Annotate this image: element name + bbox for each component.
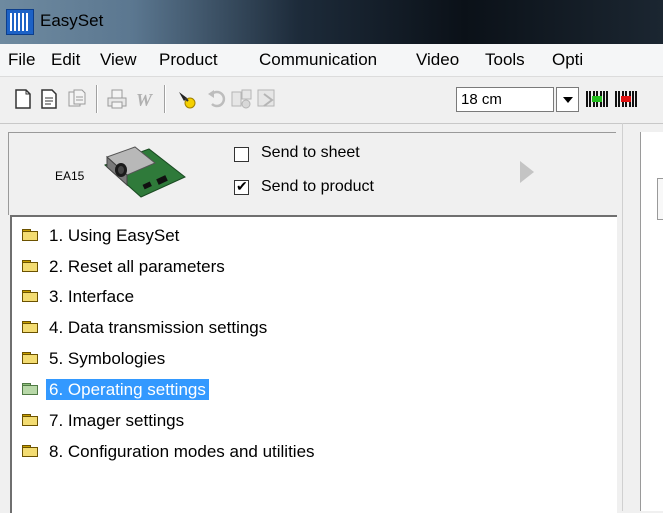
easyset-barcode-icon [6, 9, 34, 35]
folder-icon [22, 229, 38, 241]
svg-text:W: W [136, 90, 154, 110]
folder-icon [22, 445, 38, 457]
tree-item-label: 6. Operating settings [46, 379, 209, 400]
toolbar: W 18 cm [0, 77, 663, 124]
print-icon[interactable] [106, 88, 128, 110]
splitter[interactable] [622, 123, 623, 511]
send-to-sheet-checkbox[interactable] [234, 147, 249, 162]
check-icon: ✔ [236, 178, 248, 194]
tree-item-label: 5. Symbologies [49, 349, 166, 368]
send-icon[interactable] [256, 88, 278, 110]
menu-bar: File Edit View Product Communication Vid… [0, 44, 663, 77]
zoom-value: 18 cm [461, 91, 502, 108]
folder-icon [22, 321, 38, 333]
flashlight-icon[interactable] [176, 88, 198, 110]
chevron-down-icon[interactable] [556, 87, 579, 112]
settings-tree: 1. Using EasySet 2. Reset all parameters… [10, 215, 617, 513]
send-to-sheet-label: Send to sheet [261, 144, 360, 161]
folder-icon [22, 290, 38, 302]
barcode-green-icon[interactable] [585, 88, 609, 110]
menu-video[interactable]: Video [416, 50, 459, 70]
product-name: EA15 [55, 169, 85, 183]
folder-icon [22, 414, 38, 426]
zoom-select[interactable]: 18 cm [456, 87, 554, 112]
menu-options[interactable]: Opti [552, 50, 583, 70]
tree-item-label: 1. Using EasySet [49, 226, 180, 245]
window-title: EasySet [40, 11, 104, 30]
word-export-icon[interactable]: W [134, 88, 156, 110]
folder-icon [22, 352, 38, 364]
menu-product[interactable]: Product [159, 50, 218, 70]
send-to-product-checkbox[interactable]: ✔ [234, 178, 249, 195]
title-bar: EasySet [0, 0, 663, 44]
copy-document-icon[interactable] [66, 88, 88, 110]
tree-item-label: 4. Data transmission settings [49, 318, 268, 337]
undo-icon[interactable] [206, 88, 228, 110]
menu-edit[interactable]: Edit [51, 50, 80, 70]
menu-view[interactable]: View [100, 50, 137, 70]
new-document-icon[interactable] [12, 88, 34, 110]
send-to-product-label: Send to product [261, 178, 374, 195]
barcode-red-icon[interactable] [614, 88, 638, 110]
tree-item-label: 2. Reset all parameters [49, 257, 225, 276]
product-panel: EA15 Send to sheet ✔ Send to product [8, 132, 616, 215]
play-arrow-icon[interactable] [520, 161, 534, 183]
tree-item-label: 7. Imager settings [49, 411, 185, 430]
open-document-icon[interactable] [38, 88, 60, 110]
tree-item-label: 8. Configuration modes and utilities [49, 442, 315, 461]
preview-tab[interactable] [657, 178, 663, 220]
folder-icon [22, 383, 38, 395]
scan-icon[interactable] [230, 88, 252, 110]
menu-tools[interactable]: Tools [485, 50, 525, 70]
menu-file[interactable]: File [8, 50, 35, 70]
tree-item-label: 3. Interface [49, 287, 135, 306]
folder-icon [22, 260, 38, 272]
scanner-board-image [99, 143, 189, 201]
menu-communication[interactable]: Communication [259, 50, 377, 70]
